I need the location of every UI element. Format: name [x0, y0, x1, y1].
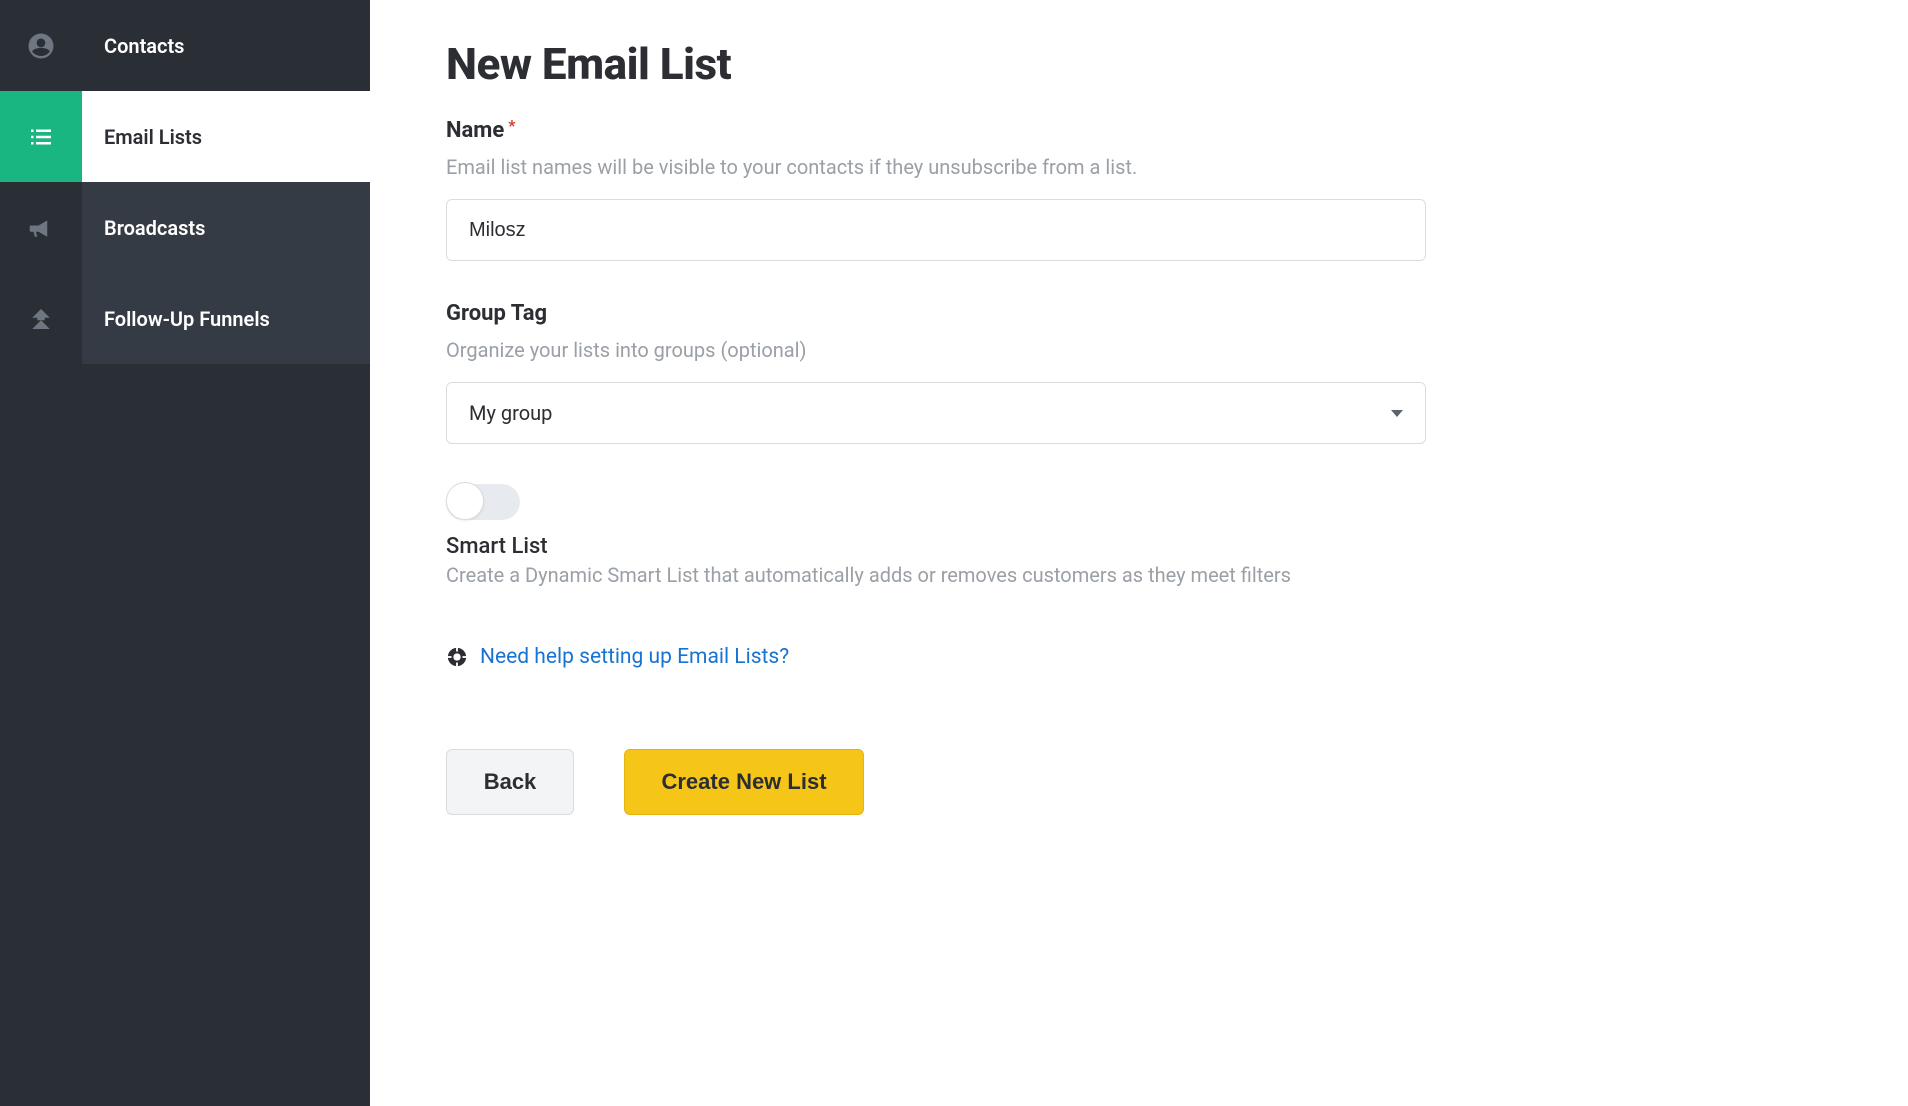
main-content: New Email List Name * Email list names w…	[370, 0, 1870, 1106]
life-ring-icon	[446, 646, 468, 668]
name-label-text: Name	[446, 118, 504, 143]
name-field-block: Name * Email list names will be visible …	[446, 118, 1794, 261]
sidebar-item-email-lists[interactable]: Email Lists	[0, 91, 370, 182]
megaphone-icon	[26, 213, 56, 243]
group-tag-label-text: Group Tag	[446, 301, 547, 326]
list-icon	[26, 122, 56, 152]
group-tag-label: Group Tag	[446, 301, 1794, 326]
sidebar-icon-col	[0, 273, 82, 364]
sidebar-item-label: Follow-Up Funnels	[82, 273, 370, 364]
group-tag-select[interactable]: My group	[446, 382, 1426, 444]
sidebar-item-label: Contacts	[82, 0, 370, 91]
back-button[interactable]: Back	[446, 749, 574, 815]
group-tag-help-text: Organize your lists into groups (optiona…	[446, 336, 1794, 364]
smart-list-title: Smart List	[446, 534, 1794, 559]
name-input[interactable]	[446, 199, 1426, 261]
sidebar-item-follow-up-funnels[interactable]: Follow-Up Funnels	[0, 273, 370, 364]
user-circle-icon	[26, 31, 56, 61]
create-new-list-button[interactable]: Create New List	[624, 749, 864, 815]
toggle-knob	[446, 482, 484, 520]
help-row: Need help setting up Email Lists?	[446, 645, 1794, 669]
sidebar-item-contacts[interactable]: Contacts	[0, 0, 370, 91]
sidebar-item-broadcasts[interactable]: Broadcasts	[0, 182, 370, 273]
sidebar: Contacts Email Lists Broadcasts Follow-U…	[0, 0, 370, 1106]
required-asterisk: *	[508, 116, 515, 135]
sidebar-item-label: Email Lists	[82, 91, 370, 182]
sidebar-icon-col	[0, 91, 82, 182]
sidebar-icon-col	[0, 182, 82, 273]
sidebar-item-label: Broadcasts	[82, 182, 370, 273]
chevron-down-icon	[1391, 410, 1403, 417]
page-title: New Email List	[446, 38, 1794, 90]
double-chevron-up-icon	[26, 304, 56, 334]
help-link[interactable]: Need help setting up Email Lists?	[480, 645, 789, 669]
smart-list-toggle[interactable]	[446, 484, 520, 520]
smart-list-block: Smart List Create a Dynamic Smart List t…	[446, 484, 1794, 589]
group-tag-selected-value: My group	[469, 401, 552, 425]
name-label: Name *	[446, 118, 1794, 143]
smart-list-description: Create a Dynamic Smart List that automat…	[446, 561, 1794, 589]
name-help-text: Email list names will be visible to your…	[446, 153, 1794, 181]
group-tag-field-block: Group Tag Organize your lists into group…	[446, 301, 1794, 444]
button-row: Back Create New List	[446, 749, 1794, 815]
sidebar-icon-col	[0, 0, 82, 91]
